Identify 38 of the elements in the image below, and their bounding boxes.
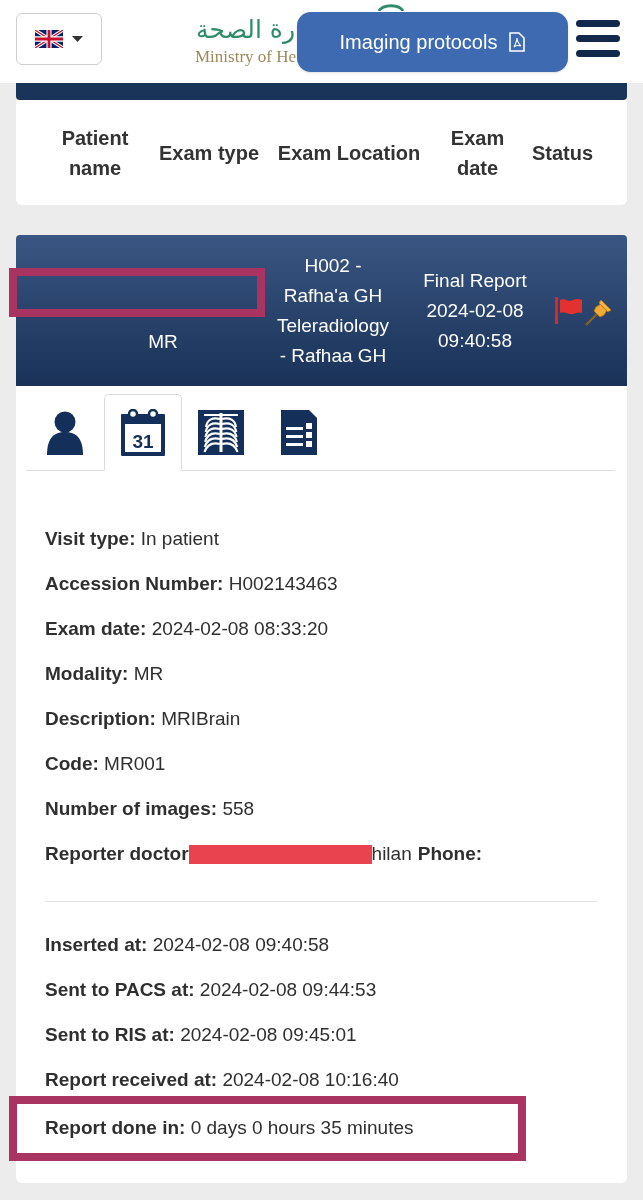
caret-icon — [72, 36, 83, 42]
ribcage-icon — [198, 410, 244, 455]
status-text: Final Report — [423, 268, 527, 293]
detail-field: Inserted at: 2024-02-08 09:40:58 — [45, 931, 330, 960]
field-value: hilan — [371, 842, 412, 867]
exam-location-text: H002 - Rafha'a GH Teleradiology - Rafhaa GH — [277, 254, 389, 366]
column-header[interactable]: Exam date — [430, 122, 515, 183]
detail-field: Report done in: 0 days 0 hours 35 minutes — [45, 1114, 414, 1143]
menu-icon — [576, 20, 620, 57]
column-header[interactable]: Status — [515, 137, 610, 168]
column-header[interactable]: Exam Location — [268, 137, 430, 168]
field-label: Reporter doctor — [45, 842, 189, 867]
language-button[interactable] — [16, 13, 102, 65]
detail-field: Report received at: 2024-02-08 10:16:40 — [45, 1066, 399, 1095]
detail-field: Accession Number: H002143463 — [45, 570, 338, 599]
imaging-protocols-button[interactable]: Imaging protocols — [297, 12, 568, 72]
detail-field: Visit type: In patient — [45, 525, 219, 554]
detail-field: Sent to RIS at: 2024-02-08 09:45:01 — [45, 1021, 357, 1050]
column-header[interactable]: Patient name — [40, 122, 150, 183]
pdf-file-icon — [509, 32, 526, 52]
column-header[interactable]: Exam type — [150, 137, 268, 168]
detail-field: Modality: MR — [45, 660, 164, 689]
detail-field: Code: MR001 — [45, 750, 166, 779]
logo-arabic-text: رة الصحة — [195, 14, 295, 46]
emblem-icon — [377, 3, 405, 11]
uk-flag-icon — [35, 30, 63, 48]
detail-field: Number of images: 558 — [45, 795, 255, 824]
menu-button[interactable] — [576, 20, 620, 57]
logo-english-text: Ministry of He — [195, 47, 295, 67]
tab[interactable]: 31 — [104, 394, 182, 471]
document-list-icon — [281, 410, 317, 455]
person-icon — [46, 410, 84, 455]
field-label: Phone: — [417, 842, 483, 867]
exam-date-text: 2024-02-08 09:40:58 — [425, 298, 525, 353]
detail-field: Description: MRIBrain — [45, 705, 241, 734]
exam-type-text: MR — [148, 331, 178, 352]
detail-field: Exam date: 2024-02-08 08:33:20 — [45, 615, 329, 644]
detail-field: Sent to PACS at: 2024-02-08 09:44:53 — [45, 976, 377, 1005]
